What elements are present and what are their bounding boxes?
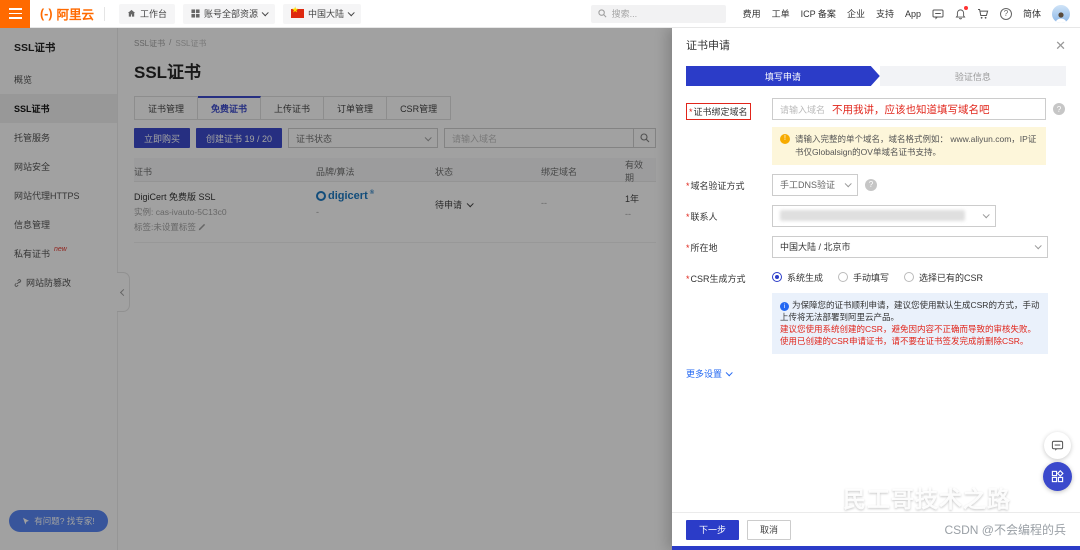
message-console-icon[interactable] bbox=[932, 8, 944, 20]
user-avatar[interactable] bbox=[1052, 5, 1070, 23]
step-fill-application: 填写申请 bbox=[686, 66, 880, 86]
chevron-down-icon bbox=[262, 9, 269, 16]
domain-field-label: *证书绑定域名 bbox=[686, 98, 772, 165]
help-question-icon[interactable]: ? bbox=[1000, 8, 1012, 20]
drawer-bottom-accent bbox=[672, 546, 1080, 550]
help-icon[interactable]: ? bbox=[865, 179, 877, 191]
top-navbar: (-) 阿里云 工作台 账号全部资源 ★ 中国大陆 搜索... 费用 工单 ICP… bbox=[0, 0, 1080, 28]
resource-scope-label: 账号全部资源 bbox=[204, 7, 258, 20]
contact-label: *联系人 bbox=[686, 205, 772, 227]
logo-mark: (-) bbox=[40, 7, 53, 21]
radio-system-generated[interactable]: 系统生成 bbox=[772, 271, 823, 284]
more-settings-link[interactable]: 更多设置 bbox=[686, 367, 731, 380]
notifications-bell-icon[interactable] bbox=[955, 8, 966, 20]
cart-icon[interactable] bbox=[977, 8, 989, 20]
home-icon bbox=[127, 9, 136, 18]
language-switch[interactable]: 简体 bbox=[1023, 7, 1041, 20]
domain-format-note: ! 请输入完整的单个域名，域名格式例如： www.aliyun.com，IP证书… bbox=[772, 127, 1046, 165]
annotation-red-box: *证书绑定域名 bbox=[686, 103, 751, 120]
drawer-title: 证书申请 bbox=[686, 37, 730, 53]
csr-method-label: *CSR生成方式 bbox=[686, 267, 772, 354]
warning-icon: ! bbox=[780, 134, 790, 144]
grid-icon bbox=[191, 9, 200, 18]
resource-scope-selector[interactable]: 账号全部资源 bbox=[183, 4, 275, 24]
chevron-down-icon bbox=[348, 9, 355, 16]
feedback-chat-button[interactable] bbox=[1044, 432, 1071, 459]
domain-input-placeholder: 请输入域名 bbox=[780, 103, 825, 116]
drawer-footer: 下一步 取消 CSDN @不会编程的兵 bbox=[672, 512, 1080, 546]
drawer-header: 证书申请 ✕ bbox=[672, 28, 1080, 62]
nav-link-icp[interactable]: ICP 备案 bbox=[801, 7, 836, 20]
region-label: 中国大陆 bbox=[308, 7, 344, 20]
csr-radio-group: 系统生成 手动填写 选择已有的CSR bbox=[772, 267, 1066, 284]
csdn-watermark: CSDN @不会编程的兵 bbox=[944, 521, 1066, 538]
app-grid-button[interactable] bbox=[1043, 462, 1072, 491]
nav-link-app[interactable]: App bbox=[905, 9, 921, 19]
close-icon[interactable]: ✕ bbox=[1055, 39, 1066, 52]
search-icon bbox=[598, 9, 607, 18]
radio-icon bbox=[904, 272, 914, 282]
radio-existing-csr[interactable]: 选择已有的CSR bbox=[904, 271, 983, 284]
nav-link-tickets[interactable]: 工单 bbox=[772, 7, 790, 20]
chevron-down-icon bbox=[1035, 242, 1042, 249]
notification-dot bbox=[964, 6, 968, 10]
nav-link-enterprise[interactable]: 企业 bbox=[847, 7, 865, 20]
region-selector[interactable]: ★ 中国大陆 bbox=[283, 4, 361, 24]
step-verify-info: 验证信息 bbox=[880, 66, 1066, 86]
csr-info-note: i为保障您的证书顺利申请，建议您使用默认生成CSR的方式，手动上传将无法部署到阿… bbox=[772, 293, 1048, 354]
divider bbox=[104, 7, 105, 21]
nav-link-billing[interactable]: 费用 bbox=[743, 7, 761, 20]
verify-method-label: *域名验证方式 bbox=[686, 174, 772, 196]
csr-warning-line: 使用已创建的CSR申请证书，请不要在证书签发完成前删除CSR。 bbox=[780, 335, 1040, 347]
cancel-button[interactable]: 取消 bbox=[747, 520, 791, 540]
global-search-input[interactable]: 搜索... bbox=[591, 5, 726, 23]
annotation-text: 不用我讲，应该也知道填写域名吧 bbox=[832, 102, 990, 117]
verify-method-select[interactable]: 手工DNS验证 bbox=[772, 174, 858, 196]
drawer-overlay-mask[interactable] bbox=[0, 28, 672, 550]
search-placeholder: 搜索... bbox=[612, 7, 638, 20]
china-flag-icon: ★ bbox=[291, 9, 304, 18]
chat-bubble-icon bbox=[1051, 439, 1064, 452]
apply-form: *证书绑定域名 请输入域名 不用我讲，应该也知道填写域名吧 ? ! 请输入完整的… bbox=[672, 86, 1080, 354]
contact-select[interactable] bbox=[772, 205, 996, 227]
region-field-label: *所在地 bbox=[686, 236, 772, 258]
navbar-right: 搜索... 费用 工单 ICP 备案 企业 支持 App ? 简体 bbox=[591, 5, 1080, 23]
cert-apply-drawer: 证书申请 ✕ 填写申请 验证信息 *证书绑定域名 请输入域名 不用我讲，应该也知… bbox=[672, 28, 1080, 550]
csr-warning-line: 建议您使用系统创建的CSR，避免因内容不正确而导致的审核失败。 bbox=[780, 323, 1040, 335]
chevron-down-icon bbox=[845, 180, 852, 187]
info-icon: i bbox=[780, 302, 789, 311]
next-step-button[interactable]: 下一步 bbox=[686, 520, 739, 540]
workbench-button[interactable]: 工作台 bbox=[119, 4, 175, 24]
workbench-label: 工作台 bbox=[140, 7, 167, 20]
help-icon[interactable]: ? bbox=[1053, 103, 1065, 115]
aliyun-logo[interactable]: (-) 阿里云 bbox=[40, 4, 94, 23]
radio-manual-fill[interactable]: 手动填写 bbox=[838, 271, 889, 284]
domain-input[interactable]: 请输入域名 不用我讲，应该也知道填写域名吧 bbox=[772, 98, 1046, 120]
radio-icon bbox=[772, 272, 782, 282]
aliyun-ssl-console: (-) 阿里云 工作台 账号全部资源 ★ 中国大陆 搜索... 费用 工单 ICP… bbox=[0, 0, 1080, 550]
chevron-down-icon bbox=[726, 369, 733, 376]
chevron-down-icon bbox=[983, 211, 990, 218]
app-grid-icon bbox=[1051, 470, 1064, 483]
logo-text: 阿里云 bbox=[57, 4, 95, 23]
radio-icon bbox=[838, 272, 848, 282]
redacted-contact-value bbox=[780, 210, 965, 221]
nav-link-support[interactable]: 支持 bbox=[876, 7, 894, 20]
hamburger-menu-icon[interactable] bbox=[0, 0, 30, 28]
region-select[interactable]: 中国大陆 / 北京市 bbox=[772, 236, 1048, 258]
step-indicator: 填写申请 验证信息 bbox=[686, 66, 1066, 86]
